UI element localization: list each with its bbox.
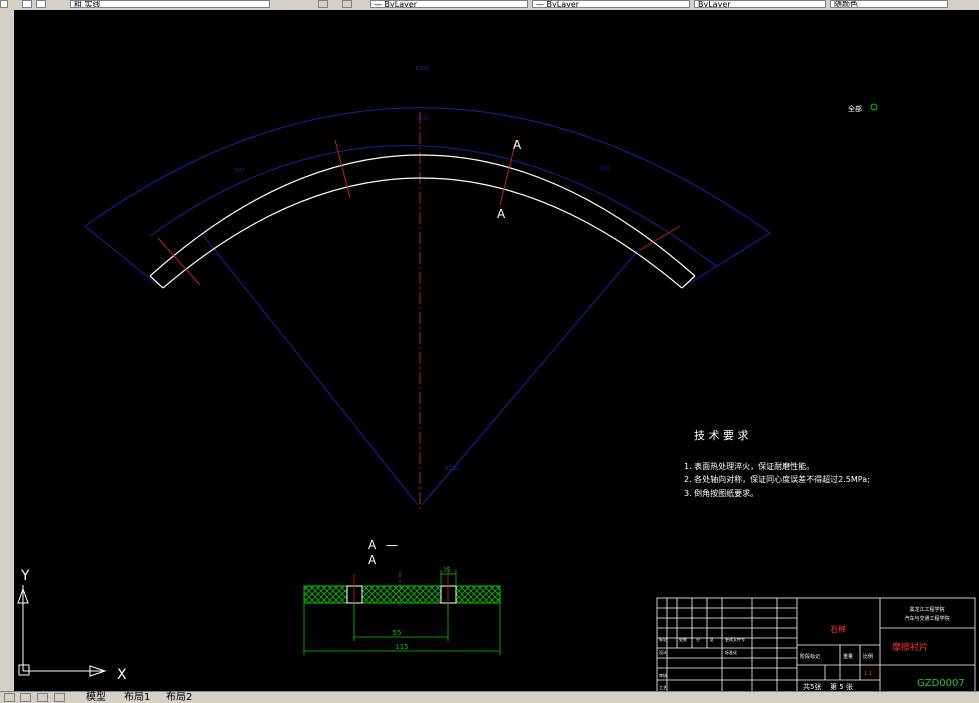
tb-sheet-no: 第 5 张 — [830, 682, 853, 691]
section-mark-end-left — [157, 237, 201, 286]
lineweight-dropdown[interactable]: ByLayer — [694, 0, 826, 8]
tb-label-std: 标准化 — [725, 649, 737, 655]
sun-icon[interactable] — [36, 0, 46, 8]
tech-heading: 技 术 要 求 — [694, 429, 749, 442]
ucs-icon — [17, 585, 107, 677]
layout-tabs-bar: 模型 布局1 布局2 — [0, 691, 979, 703]
tb-label-scale: 比例 — [863, 653, 873, 660]
view-label-bottom: A — [368, 553, 377, 567]
tb-school: 黑龙江工程学院 — [909, 606, 944, 613]
tb-label-weight: 重量 — [843, 653, 853, 660]
section-label-upper: A — [513, 138, 522, 152]
tb-label-docno: 更改文件号 — [725, 636, 745, 642]
view-label-top: A — [368, 538, 377, 552]
view-label-dash: — — [386, 538, 398, 552]
ucs-x-label: X — [117, 667, 127, 683]
tb-label-craft: 工艺 — [659, 685, 667, 690]
color-dropdown[interactable]: — ByLayer — [370, 0, 528, 8]
section-hole-left — [346, 585, 363, 604]
ucs-y-label: Y — [20, 568, 30, 584]
roughness-circle-icon — [870, 103, 878, 111]
section-hole-right — [440, 585, 457, 604]
tb-label-div: 分 — [696, 636, 700, 642]
tb-school2: 汽车与交通工程学院 — [904, 615, 949, 622]
outer-dim-ext-left — [84, 225, 156, 284]
tb-drawing-no: GZD0007 — [917, 678, 965, 689]
tb-sheet-total: 共5张 — [803, 682, 821, 691]
linetype-dropdown[interactable]: — ByLayer — [532, 0, 690, 8]
layer-dropdown[interactable]: 粗 实线 — [70, 0, 270, 8]
prev-tab-icon[interactable] — [20, 693, 31, 702]
layer-previous-icon[interactable] — [318, 0, 328, 8]
lining-outer-edge — [149, 154, 696, 277]
tb-label-count: 处数 — [679, 636, 687, 642]
radial-line-left — [201, 233, 419, 506]
layer-states-icon[interactable] — [342, 0, 352, 8]
outer-dimension-arc — [84, 107, 771, 234]
layer-state-icon[interactable] — [0, 0, 8, 8]
tech-line-3: 3. 倒角按图纸要求。 — [684, 488, 758, 498]
tb-label-review: 审核 — [659, 672, 667, 678]
lining-inner-edge — [162, 177, 683, 289]
left-toolbar — [0, 10, 15, 690]
drawing-canvas[interactable]: R290 R237 240 120 R230 A A 全部 A — A 35 5… — [14, 10, 979, 691]
tb-scale-value: 1:1 — [864, 671, 872, 677]
tech-line-1: 1. 表面热处理淬火，保证耐磨性能。 — [684, 461, 814, 471]
dim-thickness: 55 — [393, 629, 402, 637]
plotstyle-dropdown[interactable]: 随颜色 — [830, 0, 948, 8]
light-bulb-icon[interactable] — [22, 0, 32, 8]
lining-left-end — [149, 275, 164, 289]
dim-outer-arc: R290 — [415, 66, 428, 72]
dim-bottom-angle: R230 — [445, 466, 458, 472]
dim-slot-width: 35 — [443, 567, 451, 574]
section-label-lower: A — [497, 207, 506, 221]
lining-right-end — [681, 275, 696, 289]
dim-right-len: 120 — [600, 166, 610, 172]
tb-label-zone: 区 — [710, 637, 714, 642]
outer-dim-ext-right — [689, 232, 771, 284]
tb-material: 石棉 — [830, 624, 846, 634]
tb-label-design: 设计 — [659, 649, 667, 655]
mid-dimension-arc — [149, 144, 717, 267]
last-tab-icon[interactable] — [54, 693, 65, 702]
first-tab-icon[interactable] — [4, 693, 15, 702]
roughness-note: 全部 — [848, 104, 862, 113]
section-body — [303, 585, 501, 604]
tb-label-stage: 阶段标记 — [800, 653, 820, 660]
tech-line-2: 2. 各处轴向对称，保证同心度误差不得超过2.5MPa; — [684, 474, 870, 484]
dim-overall: 115 — [395, 643, 408, 651]
next-tab-icon[interactable] — [37, 693, 48, 702]
tb-part-name: 摩擦衬片 — [892, 641, 928, 653]
tb-label-mark: 标记 — [659, 636, 667, 642]
dim-left-len: 240 — [235, 168, 245, 174]
dim-mid-arc: R237 — [416, 116, 429, 122]
